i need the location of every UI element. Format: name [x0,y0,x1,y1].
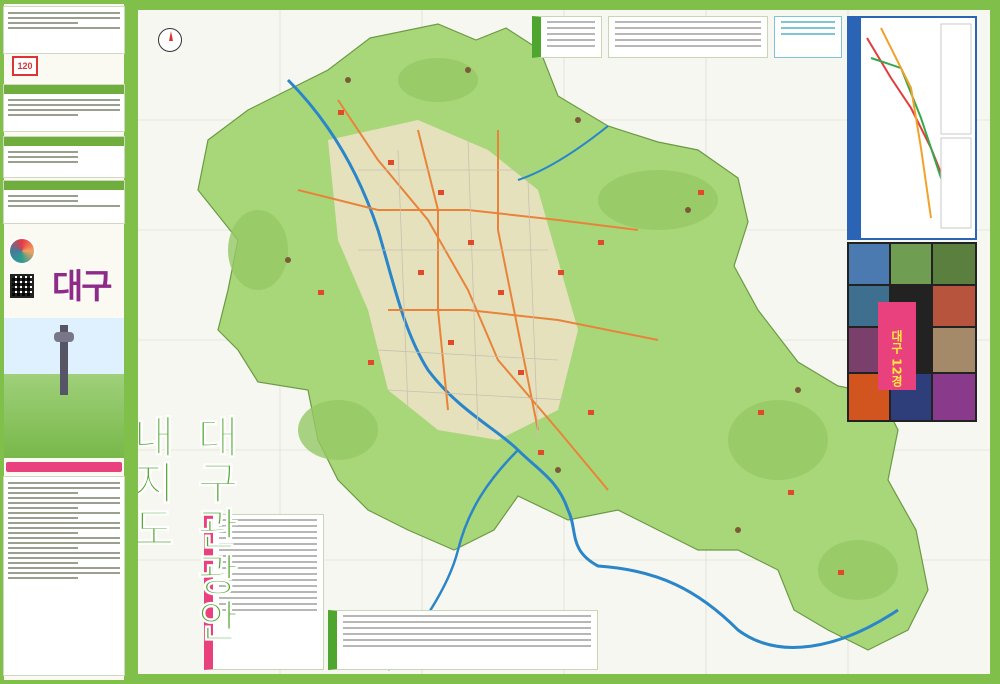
sidebar-contact-block [3,6,125,54]
gallery-photo [933,244,975,284]
gallery-photo [933,374,975,420]
compass-north-icon [158,28,182,52]
map-title: 대구관광안내지도 [138,414,240,645]
sidebar-tourist-info-block [3,84,125,132]
gallery-photo [849,244,889,284]
map-frame: 대구 12경 대구관광안내지도 [128,0,1000,684]
info-panel-top [608,16,768,58]
sidebar-section-bar [6,462,122,472]
subway-route-map-panel [847,16,977,240]
gallery-photo [891,244,931,284]
sidebar-guide-block [3,180,125,224]
tower-top-icon [54,332,74,342]
city-logo: 대구 [52,267,113,307]
qr-code-icon [10,274,34,298]
gallery-photo [933,328,975,372]
sidebar-block-header [4,181,124,190]
sidebar-transport-block [3,476,125,676]
map-title-container: 대구관광안내지도 [138,414,240,674]
subway-info-box [940,23,972,135]
gallery-title: 대구 12경 [886,328,908,388]
subway-lines-diagram [866,23,972,229]
sidebar-block-header [4,85,124,94]
sidebar-block-header [4,137,124,146]
legend-panel [532,16,602,58]
subway-line-1 [866,37,952,199]
sidebar-center-block [3,136,125,178]
gallery-photo [933,286,975,326]
tourist-map[interactable]: 대구 12경 대구관광안내지도 [138,10,990,674]
map-legend-table [328,610,598,670]
subway-panel-header [849,18,861,238]
city-emblem-icon [8,237,36,265]
partner-logo-panel [774,16,842,58]
hotline-badge: 120 [12,56,38,76]
subway-info-box [940,137,972,229]
info-sidebar: 120 대구 [0,0,128,684]
